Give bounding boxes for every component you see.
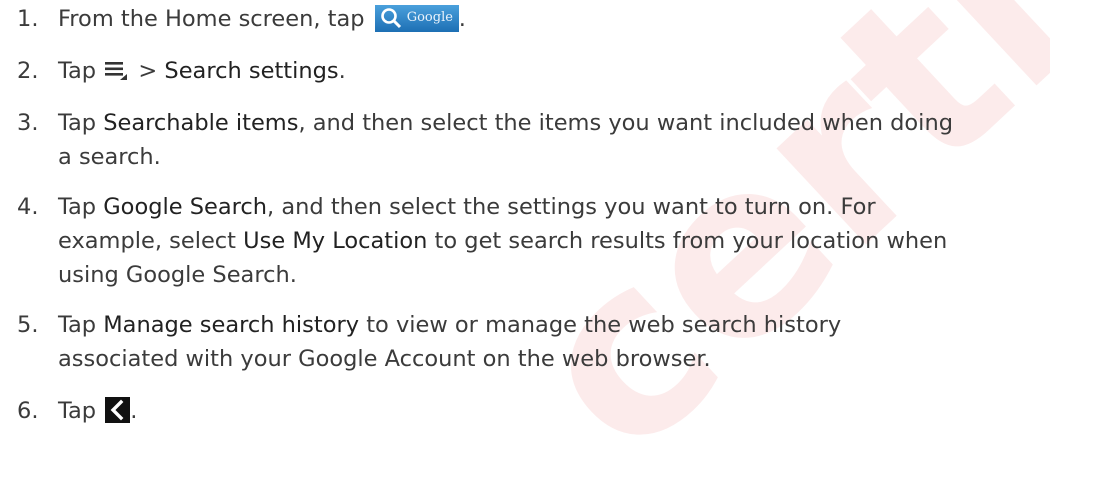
step-text-part: . — [130, 398, 138, 424]
search-icon — [380, 8, 401, 29]
menu-icon[interactable] — [105, 61, 129, 81]
chevron-left-icon — [110, 399, 124, 421]
google-search-button[interactable]: Google — [374, 5, 459, 32]
step-text-part: , and then select the items you want inc… — [298, 110, 953, 136]
step-text: Tap Searchable items, and then select th… — [58, 106, 953, 174]
step-text: Tap > Search settings. — [58, 54, 346, 88]
step-text-part: to get search results from your location… — [427, 228, 948, 254]
step-text-part: From the Home screen, tap — [58, 6, 372, 32]
step-text-part: , and then select the settings you want … — [267, 194, 876, 220]
step-text-part: Tap — [58, 58, 104, 84]
step-text-part: to view or manage the web search history — [359, 312, 842, 338]
step-text-part: associated with your Google Account on t… — [58, 346, 711, 372]
step-text-part: using Google Search. — [58, 262, 297, 288]
step-text-part: Tap — [58, 398, 104, 424]
menu-separator: > — [131, 58, 165, 84]
ui-term: Use My Location — [243, 228, 428, 254]
ui-term: Search settings — [164, 58, 339, 84]
google-button-label: Google — [406, 10, 453, 25]
step-text: Tap Google Search, and then select the s… — [58, 190, 947, 292]
step-text-part: Tap — [58, 312, 104, 338]
step-text-part: Tap — [58, 194, 104, 220]
step-number: 5. — [17, 312, 39, 338]
back-button[interactable] — [105, 397, 131, 423]
step-number: 1. — [17, 6, 39, 32]
ui-term: Google Search — [103, 194, 268, 220]
step-number: 4. — [17, 194, 39, 220]
step-number: 6. — [17, 398, 39, 424]
ui-term: Searchable items — [103, 110, 299, 136]
step-text: Tap . — [58, 394, 137, 428]
step-text-part: . — [338, 58, 346, 84]
step-text-part: a search. — [58, 144, 161, 170]
step-text-part: example, select — [58, 228, 244, 254]
ui-term: Manage search history — [103, 312, 360, 338]
step-text-part: Tap — [58, 110, 104, 136]
step-text: Tap Manage search history to view or man… — [58, 308, 841, 376]
step-number: 3. — [17, 110, 39, 136]
step-number: 2. — [17, 58, 39, 84]
step-text: From the Home screen, tap Google. — [58, 2, 466, 36]
step-text-part: . — [458, 6, 466, 32]
